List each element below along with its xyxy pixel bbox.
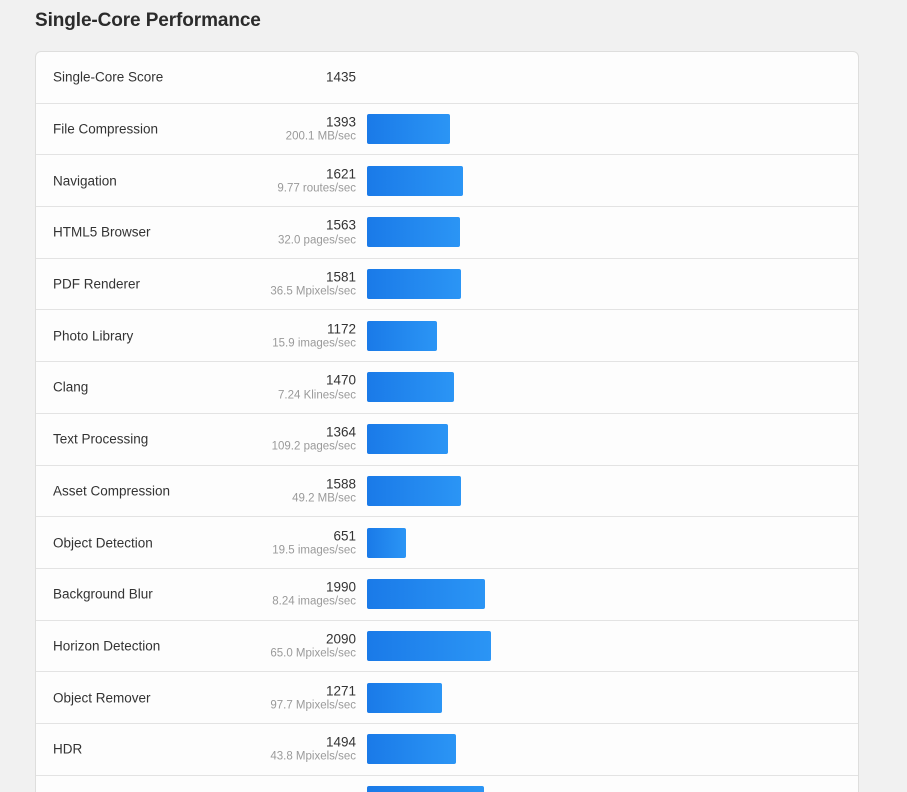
row-score: 1364 <box>325 424 356 440</box>
row-score: 1271 <box>325 683 356 699</box>
score-bar-track <box>367 682 848 713</box>
score-bar-fill <box>367 682 443 713</box>
summary-row-metrics: 1435 <box>36 71 356 85</box>
results-card: Single-Core Score 1435 File Compression 1… <box>35 51 859 792</box>
score-bar-fill <box>367 579 486 610</box>
table-row: Horizon Detection 2090 65.0 Mpixels/sec <box>36 621 858 673</box>
row-metrics: 1271 97.7 Mpixels/sec <box>36 683 356 712</box>
row-score: 651 <box>333 528 356 544</box>
row-metrics: 1990 8.24 images/sec <box>36 580 356 609</box>
row-metrics: 1494 43.8 Mpixels/sec <box>36 735 356 764</box>
table-row: Asset Compression 1588 49.2 MB/sec <box>36 466 858 518</box>
row-unit: 36.5 Mpixels/sec <box>270 285 356 298</box>
row-score: 1588 <box>325 476 356 492</box>
row-score: 1494 <box>325 734 356 750</box>
table-row: Background Blur 1990 8.24 images/sec <box>36 569 858 621</box>
score-bar-track <box>367 527 848 558</box>
score-bar-track <box>367 475 848 506</box>
row-metrics: 2090 65.0 Mpixels/sec <box>36 631 356 660</box>
score-bar-track <box>367 114 848 145</box>
table-row: PDF Renderer 1581 36.5 Mpixels/sec <box>36 259 858 311</box>
score-bar-track <box>367 734 848 765</box>
score-bar-fill <box>367 372 455 403</box>
table-row: File Compression 1393 200.1 MB/sec <box>36 104 858 156</box>
table-row: Navigation 1621 9.77 routes/sec <box>36 155 858 208</box>
score-bar-fill <box>367 217 460 248</box>
row-unit: 200.1 MB/sec <box>285 130 356 143</box>
row-metrics: 1581 36.5 Mpixels/sec <box>36 270 356 299</box>
row-unit: 97.7 Mpixels/sec <box>270 699 356 712</box>
row-metrics: 1393 200.1 MB/sec <box>36 115 356 144</box>
row-metrics: 1364 109.2 pages/sec <box>36 425 356 454</box>
score-bar-fill <box>367 630 491 661</box>
row-metrics: 1588 49.2 MB/sec <box>36 476 356 505</box>
row-metrics: 1470 7.24 Klines/sec <box>36 373 356 402</box>
page-title: Single-Core Performance <box>35 10 261 31</box>
summary-row: Single-Core Score 1435 <box>36 52 858 104</box>
score-bar-track <box>367 217 848 248</box>
benchmark-results-page: Single-Core Performance Single-Core Scor… <box>0 0 907 792</box>
score-bar-fill <box>367 424 448 455</box>
row-unit: 43.8 Mpixels/sec <box>270 750 356 763</box>
table-row: Object Remover 1271 97.7 Mpixels/sec <box>36 672 858 724</box>
row-unit: 8.24 images/sec <box>272 595 356 608</box>
score-bar-track <box>367 372 848 403</box>
table-row: Clang 1470 7.24 Klines/sec <box>36 362 858 414</box>
score-bar-track <box>367 786 848 792</box>
row-metrics: 1172 15.9 images/sec <box>36 321 356 350</box>
score-bar-track <box>367 630 848 661</box>
summary-row-score: 1435 <box>325 69 356 85</box>
row-metrics: 1563 32.0 pages/sec <box>36 218 356 247</box>
row-unit: 65.0 Mpixels/sec <box>270 647 356 660</box>
row-metrics: 1621 9.77 routes/sec <box>36 166 356 195</box>
table-row: Text Processing 1364 109.2 pages/sec <box>36 414 858 466</box>
row-score: 1470 <box>325 372 356 388</box>
row-score: 2090 <box>325 631 356 647</box>
table-row: Photo Filter1976 <box>36 776 858 792</box>
score-bar-track <box>367 269 848 300</box>
benchmark-rows: File Compression 1393 200.1 MB/sec Navigati… <box>36 104 858 792</box>
score-bar-fill <box>367 165 464 196</box>
score-bar-track <box>367 320 848 351</box>
score-bar-fill <box>367 320 437 351</box>
row-metrics: 651 19.5 images/sec <box>36 528 356 557</box>
row-score: 1581 <box>325 269 356 285</box>
row-unit: 109.2 pages/sec <box>271 440 356 453</box>
table-row: HTML5 Browser 1563 32.0 pages/sec <box>36 207 858 259</box>
row-score: 1563 <box>325 217 356 233</box>
row-score: 1172 <box>326 321 356 337</box>
row-unit: 7.24 Klines/sec <box>278 389 356 402</box>
row-unit: 49.2 MB/sec <box>292 492 356 505</box>
row-score: 1990 <box>325 579 356 595</box>
score-bar-fill <box>367 527 406 558</box>
table-row: Object Detection 651 19.5 images/sec <box>36 517 858 569</box>
score-bar-fill <box>367 475 462 506</box>
table-row: HDR 1494 43.8 Mpixels/sec <box>36 724 858 776</box>
score-bar-fill <box>367 269 461 300</box>
row-unit: 32.0 pages/sec <box>277 234 356 247</box>
score-bar-fill <box>367 114 450 145</box>
score-bar-fill <box>367 734 456 765</box>
score-bar-track <box>367 424 848 455</box>
score-bar-fill <box>367 786 485 792</box>
table-row: Photo Library 1172 15.9 images/sec <box>36 310 858 363</box>
row-score: 1621 <box>325 166 356 182</box>
row-unit: 15.9 images/sec <box>272 337 356 350</box>
score-bar-track <box>367 165 848 196</box>
score-bar-track <box>367 579 848 610</box>
row-unit: 19.5 images/sec <box>272 544 356 557</box>
row-unit: 9.77 routes/sec <box>277 182 356 195</box>
row-score: 1393 <box>325 114 356 130</box>
